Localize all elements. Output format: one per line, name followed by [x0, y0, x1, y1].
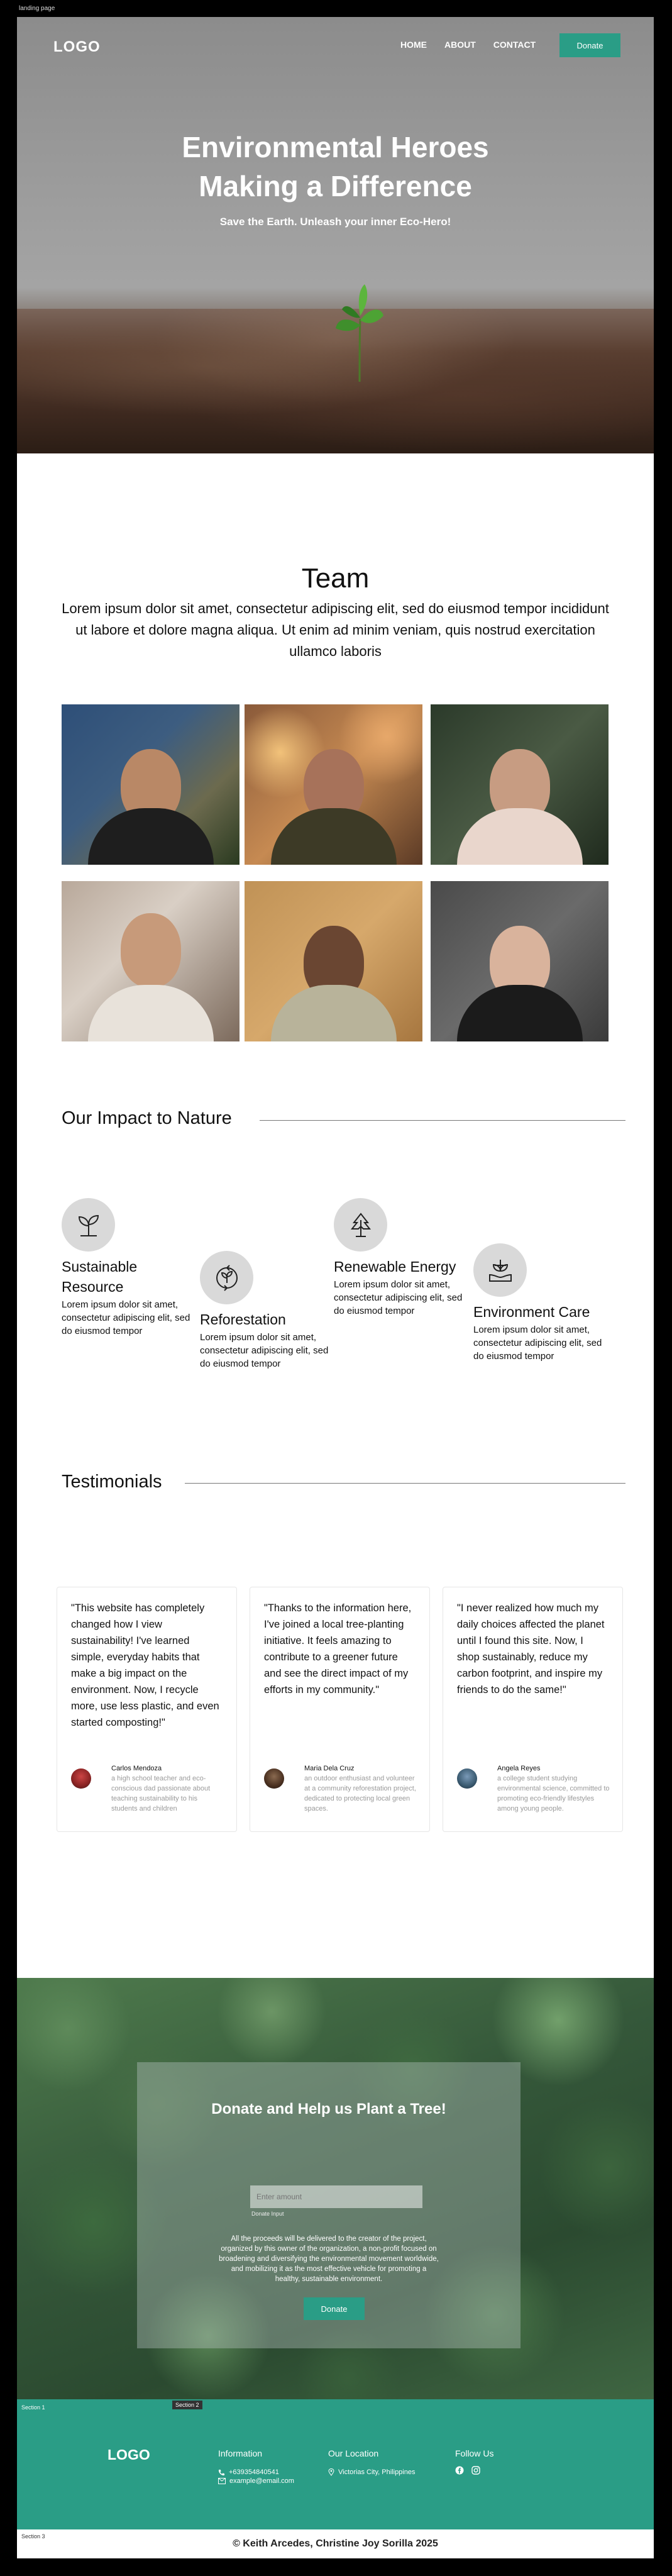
phone-icon	[218, 2469, 225, 2475]
footer-info-title: Information	[218, 2448, 263, 2458]
donation-title: Donate and Help us Plant a Tree!	[211, 2101, 446, 2118]
team-photo-2	[245, 704, 422, 865]
impact-title-renewable: Renewable Energy	[334, 1258, 456, 1275]
team-description: Lorem ipsum dolor sit amet, consectetur …	[62, 601, 609, 659]
copyright-bar: Section 3 © Keith Arcedes, Christine Joy…	[17, 2529, 654, 2558]
landing-page: LOGO HOME ABOUT CONTACT Donate Environme…	[17, 17, 654, 2558]
team-photo-4	[62, 881, 240, 1041]
team-photo-3	[431, 704, 609, 865]
impact-title-sustainable: Sustainable Resource	[62, 1258, 138, 1295]
avatar	[264, 1768, 284, 1789]
testimonial-card: "This website has completely changed how…	[57, 1587, 237, 1832]
impact-title-environment-care: Environment Care	[473, 1304, 590, 1320]
testimonial-bio: a college student studying environmental…	[497, 1775, 610, 1813]
testimonials-title: Testimonials	[62, 1472, 162, 1492]
footer-location: Victorias City, Philippines	[328, 2468, 415, 2476]
testimonial-name: Maria Dela Cruz	[304, 1765, 355, 1772]
donation-panel: Donate and Help us Plant a Tree! Donate …	[137, 2062, 521, 2348]
donation-amount-input[interactable]	[250, 2185, 422, 2208]
footer-follow-title: Follow Us	[455, 2448, 494, 2458]
team-photo-1	[62, 704, 240, 865]
impact-text-sustainable: Lorem ipsum dolor sit amet, consectetur …	[62, 1299, 190, 1336]
nav-logo[interactable]: LOGO	[53, 38, 101, 56]
impact-text-renewable: Lorem ipsum dolor sit amet, consectetur …	[334, 1279, 463, 1316]
hero-title-line1: Environmental Heroes	[182, 131, 489, 164]
recycle-icon	[200, 1251, 253, 1304]
donation-note: All the proceeds will be delivered to th…	[219, 2235, 439, 2283]
impact-title: Our Impact to Nature	[62, 1108, 232, 1128]
impact-text-reforestation: Lorem ipsum dolor sit amet, consectetur …	[200, 1332, 329, 1369]
testimonial-name: Carlos Mendoza	[111, 1765, 162, 1772]
footer-logo[interactable]: LOGO	[107, 2446, 150, 2463]
tree-icon	[334, 1198, 387, 1252]
copyright-text: © Keith Arcedes, Christine Joy Sorilla 2…	[233, 2538, 438, 2549]
impact-title-reforestation: Reforestation	[200, 1311, 286, 1328]
impact-divider	[260, 1120, 625, 1121]
nav-links: HOME ABOUT CONTACT	[400, 40, 536, 50]
mail-icon	[218, 2478, 226, 2484]
footer-email-text[interactable]: example@email.com	[229, 2477, 294, 2485]
testimonial-card: "Thanks to the information here, I've jo…	[250, 1587, 430, 1832]
testimonial-quote: "I never realized how much my daily choi…	[457, 1602, 605, 1696]
avatar	[457, 1768, 477, 1789]
testimonials-divider	[185, 1483, 625, 1484]
impact-text-environment-care: Lorem ipsum dolor sit amet, consectetur …	[473, 1324, 602, 1362]
impact-item-renewable: Renewable Energy Lorem ipsum dolor sit a…	[334, 1198, 469, 1318]
avatar	[71, 1768, 91, 1789]
hero-title-line2: Making a Difference	[199, 170, 472, 203]
footer-email: example@email.com	[218, 2477, 294, 2485]
testimonial-card: "I never realized how much my daily choi…	[443, 1587, 623, 1832]
team-title: Team	[301, 563, 370, 594]
footer: Section 1 Section 2 LOGO Information +63…	[17, 2399, 654, 2529]
footer-social	[455, 2466, 480, 2475]
facebook-icon[interactable]	[455, 2466, 464, 2475]
impact-item-environment-care: Environment Care Lorem ipsum dolor sit a…	[473, 1243, 609, 1363]
top-nav: LOGO HOME ABOUT CONTACT Donate	[17, 33, 654, 58]
hand-leaf-icon	[473, 1243, 527, 1297]
sprout-image	[336, 284, 383, 382]
section-tag: Section 1	[21, 2404, 45, 2411]
nav-link-about[interactable]: ABOUT	[444, 40, 476, 50]
testimonial-bio: a high school teacher and eco-conscious …	[111, 1775, 211, 1813]
footer-phone: +639354840541	[218, 2468, 279, 2476]
hero-tagline: Save the Earth. Unleash your inner Eco-H…	[219, 216, 451, 228]
sprout-icon	[62, 1198, 115, 1252]
location-pin-icon	[328, 2468, 334, 2476]
donation-input-label: Donate Input	[251, 2211, 284, 2217]
team-photo-5	[245, 881, 422, 1041]
footer-location-title: Our Location	[328, 2448, 379, 2458]
canvas-label: landing page	[19, 5, 55, 12]
impact-item-sustainable: Sustainable Resource Lorem ipsum dolor s…	[62, 1198, 197, 1338]
instagram-icon[interactable]	[471, 2466, 480, 2475]
team-photo-6	[431, 881, 609, 1041]
impact-item-reforestation: Reforestation Lorem ipsum dolor sit amet…	[200, 1251, 335, 1370]
donation-submit-button[interactable]: Donate	[304, 2297, 365, 2320]
nav-link-contact[interactable]: CONTACT	[493, 40, 536, 50]
nav-link-home[interactable]: HOME	[400, 40, 427, 50]
footer-phone-text[interactable]: +639354840541	[229, 2468, 279, 2476]
testimonial-bio: an outdoor enthusiast and volunteer at a…	[304, 1775, 416, 1813]
testimonial-name: Angela Reyes	[497, 1765, 541, 1772]
nav-donate-button[interactable]: Donate	[559, 33, 620, 57]
hero-section: LOGO HOME ABOUT CONTACT Donate Environme…	[17, 17, 654, 453]
hero-title: Environmental Heroes Making a Difference	[17, 128, 654, 206]
footer-location-text: Victorias City, Philippines	[338, 2468, 416, 2476]
testimonial-quote: "Thanks to the information here, I've jo…	[264, 1602, 412, 1696]
testimonial-quote: "This website has completely changed how…	[71, 1602, 219, 1728]
section-tag: Section 2	[172, 2401, 202, 2409]
